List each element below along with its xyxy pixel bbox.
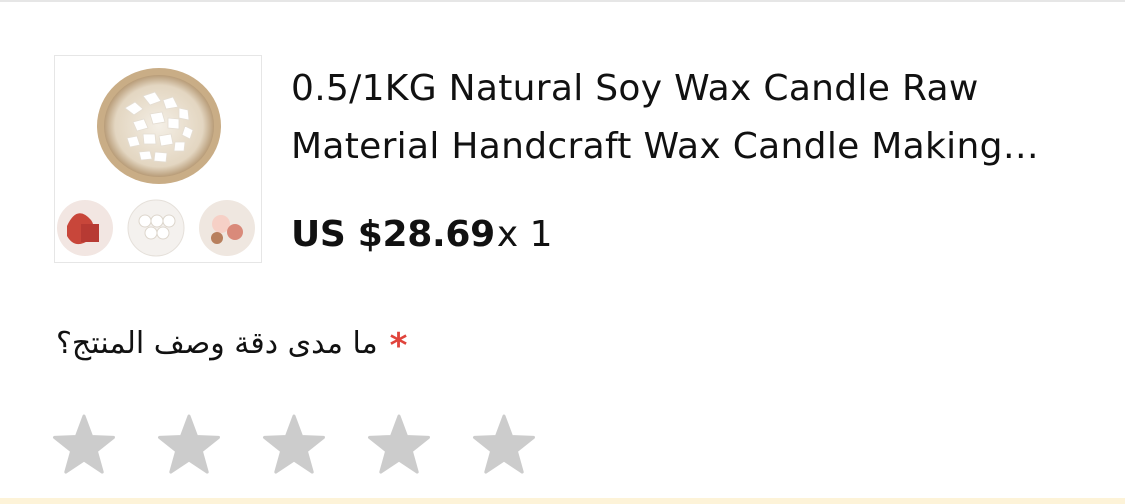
product-quantity: x 1 bbox=[496, 214, 553, 255]
star-icon-4[interactable] bbox=[367, 414, 431, 478]
star-icon-3[interactable] bbox=[262, 414, 326, 478]
star-icon-1[interactable] bbox=[52, 414, 116, 478]
required-asterisk: * bbox=[389, 326, 408, 366]
rating-question-row: ما مدى دقة وصف المنتج؟ * bbox=[56, 326, 456, 366]
star-icon-5[interactable] bbox=[472, 414, 536, 478]
star-rating[interactable] bbox=[52, 414, 577, 478]
top-divider bbox=[0, 0, 1125, 2]
star-icon-2[interactable] bbox=[157, 414, 221, 478]
review-item-page: 0.5/1KG Natural Soy Wax Candle Raw Mater… bbox=[0, 0, 1125, 504]
product-title[interactable]: 0.5/1KG Natural Soy Wax Candle Raw Mater… bbox=[291, 60, 1081, 176]
product-thumbnail[interactable] bbox=[54, 55, 262, 263]
price-row: US $28.69x 1 bbox=[291, 214, 553, 255]
bottom-strip bbox=[0, 498, 1125, 504]
rating-question: ما مدى دقة وصف المنتج؟ bbox=[56, 326, 378, 361]
product-price: US $28.69 bbox=[291, 214, 495, 255]
